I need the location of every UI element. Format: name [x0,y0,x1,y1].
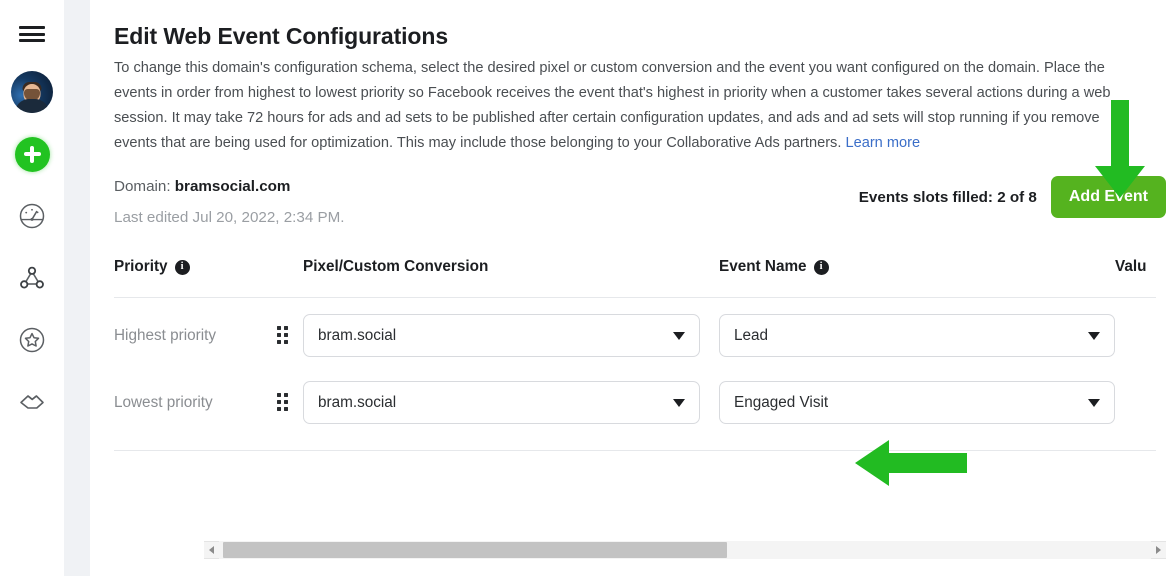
add-event-button[interactable]: Add Event [1050,176,1166,218]
scrollbar-track[interactable] [219,541,1151,559]
create-button[interactable] [10,132,54,176]
page-description: To change this domain's configuration sc… [114,56,1150,156]
drag-dot [284,333,289,338]
meta-block: Domain: bramsocial.com Last edited Jul 2… [114,176,1166,238]
horizontal-scrollbar[interactable] [204,541,1166,559]
chevron-right-icon [1156,546,1161,554]
priority-label: Highest priority [114,326,217,344]
drag-dot [284,407,289,412]
drag-dot [277,400,281,405]
column-header-pixel: Pixel/Custom Conversion [303,258,719,276]
pixel-select-value: bram.social [318,393,397,411]
scrollbar-thumb[interactable] [223,542,727,558]
avatar-body [15,99,49,113]
handshake-icon-svg [20,395,44,409]
pixel-select-value: bram.social [318,326,397,344]
column-header-value-label: Valu [1115,258,1147,275]
event-name-info-icon[interactable]: i [813,259,829,275]
slots-row: Events slots filled: 2 of 8 Add Event [859,176,1166,218]
app-root: Edit Web Event Configurations To change … [0,0,1166,576]
event-select[interactable]: Engaged Visit [719,381,1115,424]
table-row: Lowest priority bram.social Engaged Visi… [114,369,1166,436]
menu-icon-bar [19,39,45,42]
sidebar-gutter [64,0,90,576]
learn-more-link[interactable]: Learn more [845,135,920,151]
plus-icon-vertical [30,145,34,163]
column-header-event-name: Event Name i [719,258,1115,276]
plus-icon[interactable] [14,136,50,172]
priority-cell: Lowest priority [114,393,303,412]
domain-value: bramsocial.com [174,178,291,195]
priority-label: Lowest priority [114,393,213,411]
table-header-row: Priority i Pixel/Custom Conversion Event… [114,254,1166,280]
event-select-value: Engaged Visit [734,393,829,411]
pixel-select[interactable]: bram.social [303,314,700,357]
drag-dot [284,326,289,330]
left-sidebar [0,0,64,576]
drag-dot [284,340,289,345]
priority-info-icon[interactable]: i [174,259,190,275]
table-row: Highest priority bram.social Lead [114,302,1166,369]
menu-icon[interactable] [10,12,54,56]
drag-dot [277,393,281,397]
drag-dot [277,326,281,330]
star-icon-svg [19,327,45,353]
drag-dot [277,333,281,338]
drag-dot [284,393,289,397]
column-header-event-name-label: Event Name [719,258,807,275]
priority-cell: Highest priority [114,326,303,345]
network-icon[interactable] [10,256,54,300]
scroll-left-arrow[interactable] [204,541,219,559]
pixel-select[interactable]: bram.social [303,381,700,424]
avatar[interactable] [10,70,54,114]
column-header-priority: Priority i [114,258,303,276]
domain-label: Domain: [114,178,175,195]
star-icon[interactable] [10,318,54,362]
drag-handle[interactable] [277,326,291,345]
scroll-right-arrow[interactable] [1151,541,1166,559]
chevron-left-icon [209,546,214,554]
drag-handle[interactable] [277,393,291,412]
table-bottom-divider [114,450,1156,451]
chevron-down-icon [1088,398,1100,407]
page-title: Edit Web Event Configurations [114,23,449,49]
menu-icon-bar [19,32,45,36]
table-header-divider [114,297,1156,298]
avatar-image [11,71,53,113]
column-header-priority-label: Priority [114,258,168,275]
gauge-icon[interactable] [10,194,54,238]
events-slots-filled: Events slots filled: 2 of 8 [858,188,1037,206]
event-select-value: Lead [734,326,769,344]
drag-dot [277,407,281,412]
column-header-pixel-label: Pixel/Custom Conversion [303,258,489,275]
drag-dot [277,340,281,345]
event-select[interactable]: Lead [719,314,1115,357]
page-description-text: To change this domain's configuration sc… [114,60,1111,151]
gauge-icon-svg [19,203,45,229]
main-card: Edit Web Event Configurations To change … [90,0,1166,576]
network-icon-svg [20,266,44,289]
menu-icon-bar [19,26,45,29]
drag-dot [284,400,289,405]
events-table: Priority i Pixel/Custom Conversion Event… [114,254,1166,451]
handshake-icon[interactable] [10,380,54,424]
column-header-value: Valu [1115,258,1166,276]
chevron-down-icon [673,331,685,340]
chevron-down-icon [1088,331,1100,340]
chevron-down-icon [673,398,685,407]
